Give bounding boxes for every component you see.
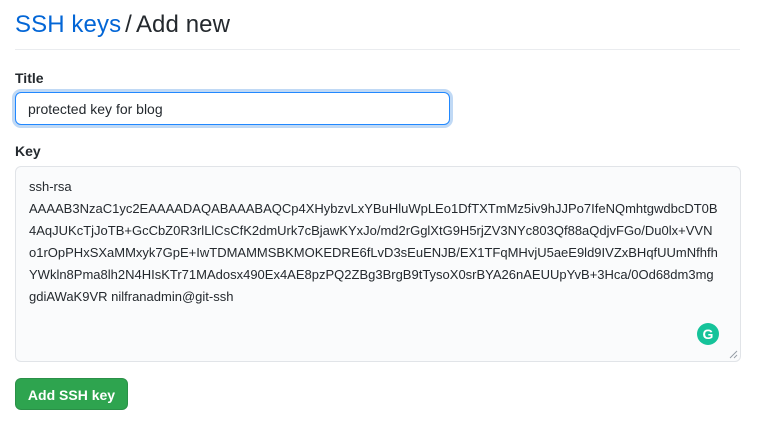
add-ssh-key-page: SSH keys/Add new Title Key ssh-rsa AAAAB… xyxy=(0,0,768,424)
breadcrumb-link-ssh-keys[interactable]: SSH keys xyxy=(15,11,121,38)
key-line: o1rOpPHxSXaMMxyk7GpE+IwTDMAMMSBKMOKEDRE6… xyxy=(29,245,718,260)
breadcrumb-current: Add new xyxy=(135,11,231,38)
resize-handle-icon[interactable] xyxy=(728,349,738,359)
key-line: ssh-rsa xyxy=(29,179,72,194)
title-input[interactable] xyxy=(15,92,450,125)
grammarly-icon[interactable]: G xyxy=(697,323,719,345)
key-line: YWkln8Pma8lh2N4HIsKTr71MAdosx490Ex4AE8pz… xyxy=(29,267,714,282)
add-ssh-key-button[interactable]: Add SSH key xyxy=(15,378,128,410)
key-line: gdiAWaK9VR nilfranadmin@git-ssh xyxy=(29,289,234,304)
key-line: 4AqJUKcTjJoTB+GcCbZ0R3rlLlCsCfK2dmUrk7cB… xyxy=(29,223,713,238)
key-textarea[interactable]: ssh-rsa AAAAB3NzaC1yc2EAAAADAQABAAABAQCp… xyxy=(15,166,741,362)
page-title: SSH keys / Add new xyxy=(15,9,230,41)
title-label: Title xyxy=(15,70,44,86)
breadcrumb-separator: / xyxy=(125,11,132,38)
header-divider xyxy=(15,49,740,50)
key-line: AAAAB3NzaC1yc2EAAAADAQABAAABAQCp4XHybzvL… xyxy=(29,201,718,216)
key-label: Key xyxy=(15,143,41,159)
